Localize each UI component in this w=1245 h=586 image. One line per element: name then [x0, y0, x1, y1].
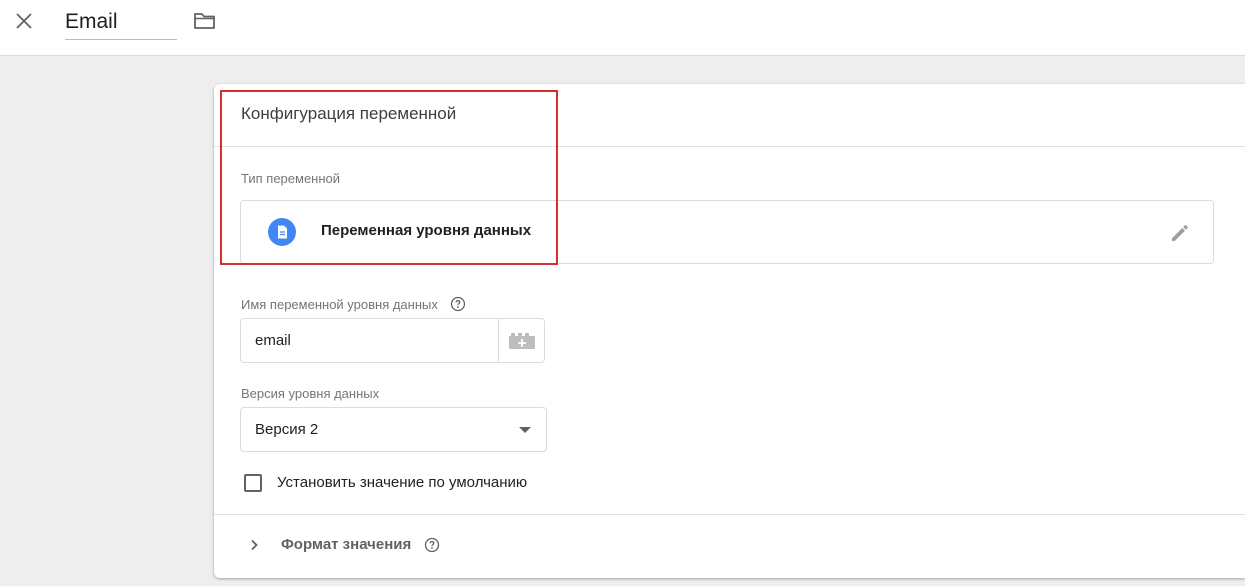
add-variable-icon[interactable] — [498, 319, 544, 362]
help-icon[interactable] — [424, 537, 440, 558]
document-icon — [268, 218, 296, 246]
folder-icon[interactable] — [192, 9, 218, 33]
dl-version-label: Версия уровня данных — [241, 386, 380, 401]
value-format-toggle[interactable]: Формат значения — [244, 533, 484, 555]
default-value-label[interactable]: Установить значение по умолчанию — [277, 474, 527, 491]
dl-name-label: Имя переменной уровня данных — [241, 296, 438, 312]
close-icon[interactable] — [12, 9, 36, 33]
chevron-right-icon — [244, 535, 264, 560]
pencil-icon[interactable] — [1168, 221, 1192, 245]
top-bar: Email — [0, 0, 1245, 56]
variable-name-field[interactable]: Email — [65, 8, 177, 40]
dl-name-input-group — [240, 318, 545, 363]
dl-version-value: Версия 2 — [255, 421, 319, 438]
dl-version-select[interactable]: Версия 2 — [240, 407, 547, 452]
card-title: Конфигурация переменной — [241, 104, 457, 123]
variable-config-card: Конфигурация переменной Тип переменной П… — [214, 84, 1245, 578]
section-divider — [214, 514, 1245, 515]
variable-type-label: Тип переменной — [241, 171, 341, 186]
card-divider — [214, 146, 1245, 147]
default-value-checkbox[interactable] — [244, 474, 262, 492]
dl-name-input[interactable] — [241, 319, 498, 362]
variable-type-name: Переменная уровня данных — [321, 222, 532, 239]
help-icon[interactable] — [450, 296, 466, 315]
variable-type-selector[interactable]: Переменная уровня данных — [240, 200, 1214, 264]
dl-name-label-row: Имя переменной уровня данных — [241, 296, 466, 315]
dropdown-arrow-icon — [519, 427, 531, 433]
value-format-label: Формат значения — [281, 536, 412, 553]
